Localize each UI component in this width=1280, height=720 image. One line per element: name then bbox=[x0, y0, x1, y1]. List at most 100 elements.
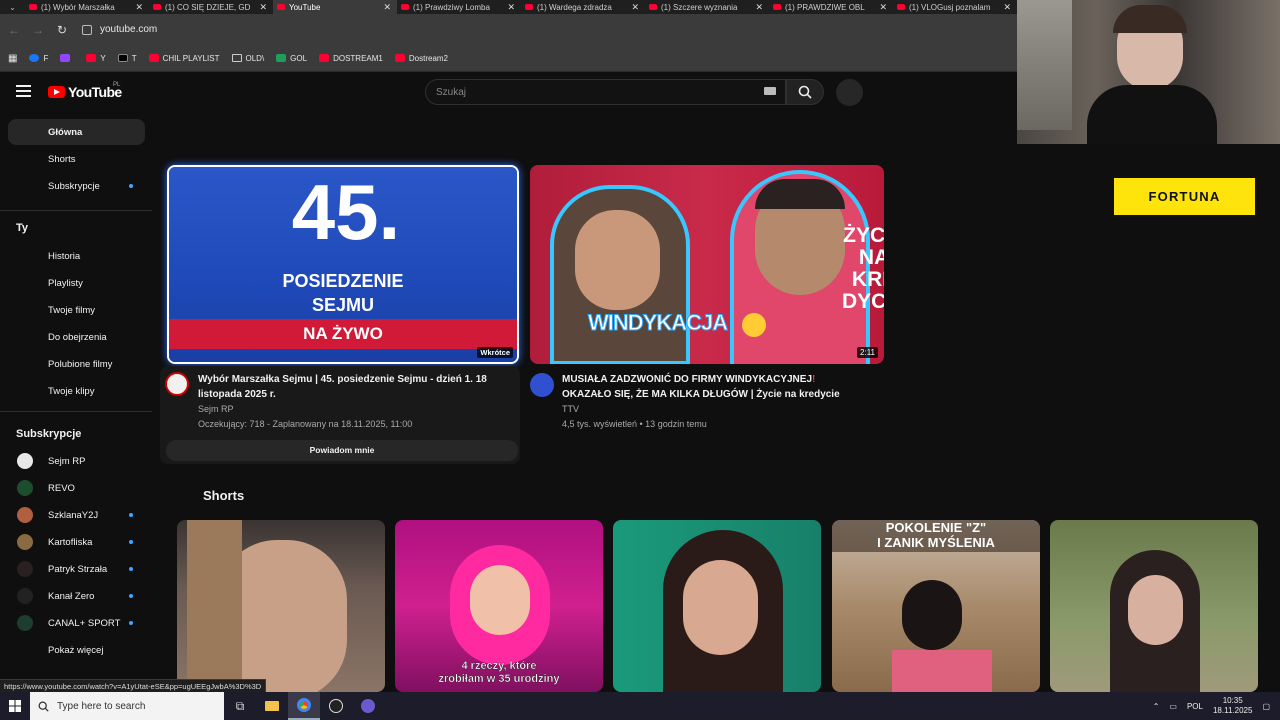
video-thumbnail-sejm[interactable]: 45. POSIEDZENIE SEJMU NA ŻYWO Wkrótce bbox=[167, 165, 519, 364]
bookmark-item[interactable]: GOL bbox=[276, 54, 307, 63]
reload-icon[interactable]: ↻ bbox=[50, 23, 74, 37]
ad-banner[interactable]: FORTUNA bbox=[1114, 178, 1255, 215]
youtube-icon bbox=[86, 54, 97, 62]
forward-icon[interactable]: → bbox=[26, 23, 50, 37]
bookmark-item[interactable]: CHIL PLAYLIST bbox=[148, 53, 220, 63]
windows-start-icon[interactable] bbox=[0, 692, 30, 720]
taskbar: Type here to search ⧉ ⌃ ▭ POL 10:35 18.11… bbox=[0, 692, 1280, 720]
show-more-button[interactable]: Pokaż więcej bbox=[8, 637, 145, 663]
bookmark-item[interactable]: T bbox=[117, 54, 137, 63]
close-icon[interactable]: ✕ bbox=[879, 2, 887, 13]
url-field[interactable]: youtube.com bbox=[100, 24, 157, 35]
sidebar-item[interactable]: Do obejrzenia bbox=[8, 324, 145, 350]
video-meta: 4,5 tys. wyświetleń • 13 godzin temu bbox=[562, 419, 707, 429]
bookmark-item[interactable]: OLD\ bbox=[231, 54, 264, 63]
task-view-icon[interactable]: ⧉ bbox=[224, 692, 256, 720]
channel-name[interactable]: Sejm RP bbox=[198, 402, 234, 417]
taskbar-search-placeholder: Type here to search bbox=[57, 700, 146, 712]
bookmarks-bar: ▦ F Y T CHIL PLAYLIST OLD\ GOL DOSTREAM1 Dostre… bbox=[0, 45, 1017, 72]
site-info-icon[interactable] bbox=[82, 24, 92, 35]
youtube-favicon-icon bbox=[773, 4, 781, 10]
account-avatar[interactable] bbox=[836, 79, 863, 106]
browser-tab[interactable]: (1) CO SIĘ DZIEJE, GD ✕ bbox=[149, 0, 273, 14]
short-caption-top: POKOLENIE "Z" I ZANIK MYŚLENIA bbox=[832, 520, 1040, 552]
twitch-icon bbox=[60, 54, 71, 62]
webcam-overlay bbox=[1017, 0, 1280, 144]
browser-tab[interactable]: (1) Szczere wyznania ✕ bbox=[645, 0, 769, 14]
bookmark-item[interactable] bbox=[60, 54, 74, 62]
app-icon[interactable] bbox=[352, 692, 384, 720]
browser-tab[interactable]: (1) PRAWDZIWE OBL ✕ bbox=[769, 0, 893, 14]
channel-avatar-sejm[interactable] bbox=[165, 372, 189, 396]
close-icon[interactable]: ✕ bbox=[259, 2, 267, 13]
tab-search-button[interactable]: ⌄ bbox=[0, 0, 25, 14]
sidebar-item[interactable]: Polubione filmy bbox=[8, 351, 145, 377]
notifications-icon[interactable]: ▢ bbox=[1262, 702, 1270, 711]
close-icon[interactable]: ✕ bbox=[631, 2, 639, 13]
sidebar-item[interactable]: Twoje klipy bbox=[8, 378, 145, 404]
keyboard-icon[interactable] bbox=[764, 87, 776, 95]
sidebar-item-label: Polubione filmy bbox=[48, 358, 113, 370]
youtube-logo[interactable]: YouTube bbox=[48, 84, 122, 100]
close-icon[interactable]: ✕ bbox=[507, 2, 515, 13]
obs-icon[interactable] bbox=[320, 692, 352, 720]
subscription-item[interactable]: REVO bbox=[8, 475, 145, 501]
apps-icon[interactable]: ▦ bbox=[8, 53, 17, 64]
short-thumbnail[interactable]: 4 rzeczy, które zrobiłam w 35 urodziny bbox=[395, 520, 603, 692]
video-thumbnail-windykacja[interactable]: WINDYKACJA ŻYCIENAKREDYCIE 2:11 bbox=[530, 165, 884, 364]
browser-tab[interactable]: (1) VLOGusj poznalam ✕ bbox=[893, 0, 1017, 14]
video-title[interactable]: MUSIAŁA ZADZWONIĆ DO FIRMY WINDYKACYJNEJ… bbox=[562, 372, 882, 402]
taskbar-search-input[interactable]: Type here to search bbox=[30, 692, 224, 720]
language-indicator[interactable]: POL bbox=[1187, 702, 1203, 711]
sidebar-item[interactable]: Shorts bbox=[8, 146, 145, 172]
tab-title: (1) Wardega zdradza bbox=[537, 2, 612, 12]
new-content-dot bbox=[129, 567, 133, 571]
clock[interactable]: 10:35 18.11.2025 bbox=[1213, 696, 1252, 716]
search-input[interactable]: Szukaj bbox=[425, 79, 786, 105]
back-icon[interactable]: ← bbox=[2, 23, 26, 37]
section-header-subscriptions: Subskrypcje bbox=[16, 428, 82, 440]
close-icon[interactable]: ✕ bbox=[135, 2, 143, 13]
subscription-item[interactable]: CANAL+ SPORT bbox=[8, 610, 145, 636]
short-thumbnail[interactable] bbox=[1050, 520, 1258, 692]
browser-tab[interactable]: (1) Prawdziwy Lomba ✕ bbox=[397, 0, 521, 14]
browser-tab[interactable]: YouTube ✕ bbox=[273, 0, 397, 14]
network-icon[interactable]: ▭ bbox=[1169, 702, 1177, 711]
bookmark-item[interactable]: DOSTREAM1 bbox=[319, 54, 383, 63]
short-thumbnail[interactable] bbox=[613, 520, 821, 692]
thumb-line2: SEJMU bbox=[311, 295, 374, 315]
subscription-item[interactable]: Kanał Zero bbox=[8, 583, 145, 609]
subscription-item[interactable]: SzklanaY2J bbox=[8, 502, 145, 528]
menu-icon[interactable] bbox=[16, 85, 31, 97]
sidebar-item[interactable]: Historia bbox=[8, 243, 145, 269]
notify-button[interactable]: Powiadom mnie bbox=[166, 440, 518, 461]
bookmark-item[interactable]: Y bbox=[86, 54, 106, 63]
sidebar-item[interactable]: Główna bbox=[8, 119, 145, 145]
video-title[interactable]: Wybór Marszałka Sejmu | 45. posiedzenie … bbox=[198, 372, 508, 402]
browser-tab[interactable]: (1) Wybór Marszałka ✕ bbox=[25, 0, 149, 14]
subscription-item[interactable]: Patryk Strzała bbox=[8, 556, 145, 582]
bookmark-label: CHIL PLAYLIST bbox=[162, 53, 220, 63]
clock-time: 10:35 bbox=[1222, 696, 1243, 705]
tray-chevron-icon[interactable]: ⌃ bbox=[1153, 702, 1160, 711]
bookmark-item[interactable]: F bbox=[29, 54, 48, 63]
channel-avatar-ttv[interactable] bbox=[530, 373, 554, 397]
close-icon[interactable]: ✕ bbox=[755, 2, 763, 13]
short-thumbnail[interactable]: POKOLENIE "Z" I ZANIK MYŚLENIA bbox=[832, 520, 1040, 692]
file-explorer-icon[interactable] bbox=[256, 692, 288, 720]
channel-name[interactable]: TTV bbox=[562, 402, 579, 417]
sidebar-item[interactable]: Playlisty bbox=[8, 270, 145, 296]
close-icon[interactable]: ✕ bbox=[1003, 2, 1011, 13]
short-thumbnail[interactable] bbox=[177, 520, 385, 692]
bookmark-item[interactable]: Dostream2 bbox=[394, 54, 448, 63]
search-button[interactable] bbox=[786, 79, 824, 105]
chrome-icon[interactable] bbox=[288, 692, 320, 720]
sidebar-item[interactable]: Subskrypcje bbox=[8, 173, 145, 199]
subscription-item[interactable]: Kartofliska bbox=[8, 529, 145, 555]
subscription-item[interactable]: Sejm RP bbox=[8, 448, 145, 474]
browser-tab[interactable]: (1) Wardega zdradza ✕ bbox=[521, 0, 645, 14]
subscription-name: Kanał Zero bbox=[48, 590, 95, 602]
close-icon[interactable]: ✕ bbox=[383, 2, 391, 13]
section-header-you[interactable]: Ty bbox=[16, 222, 28, 234]
sidebar-item[interactable]: Twoje filmy bbox=[8, 297, 145, 323]
